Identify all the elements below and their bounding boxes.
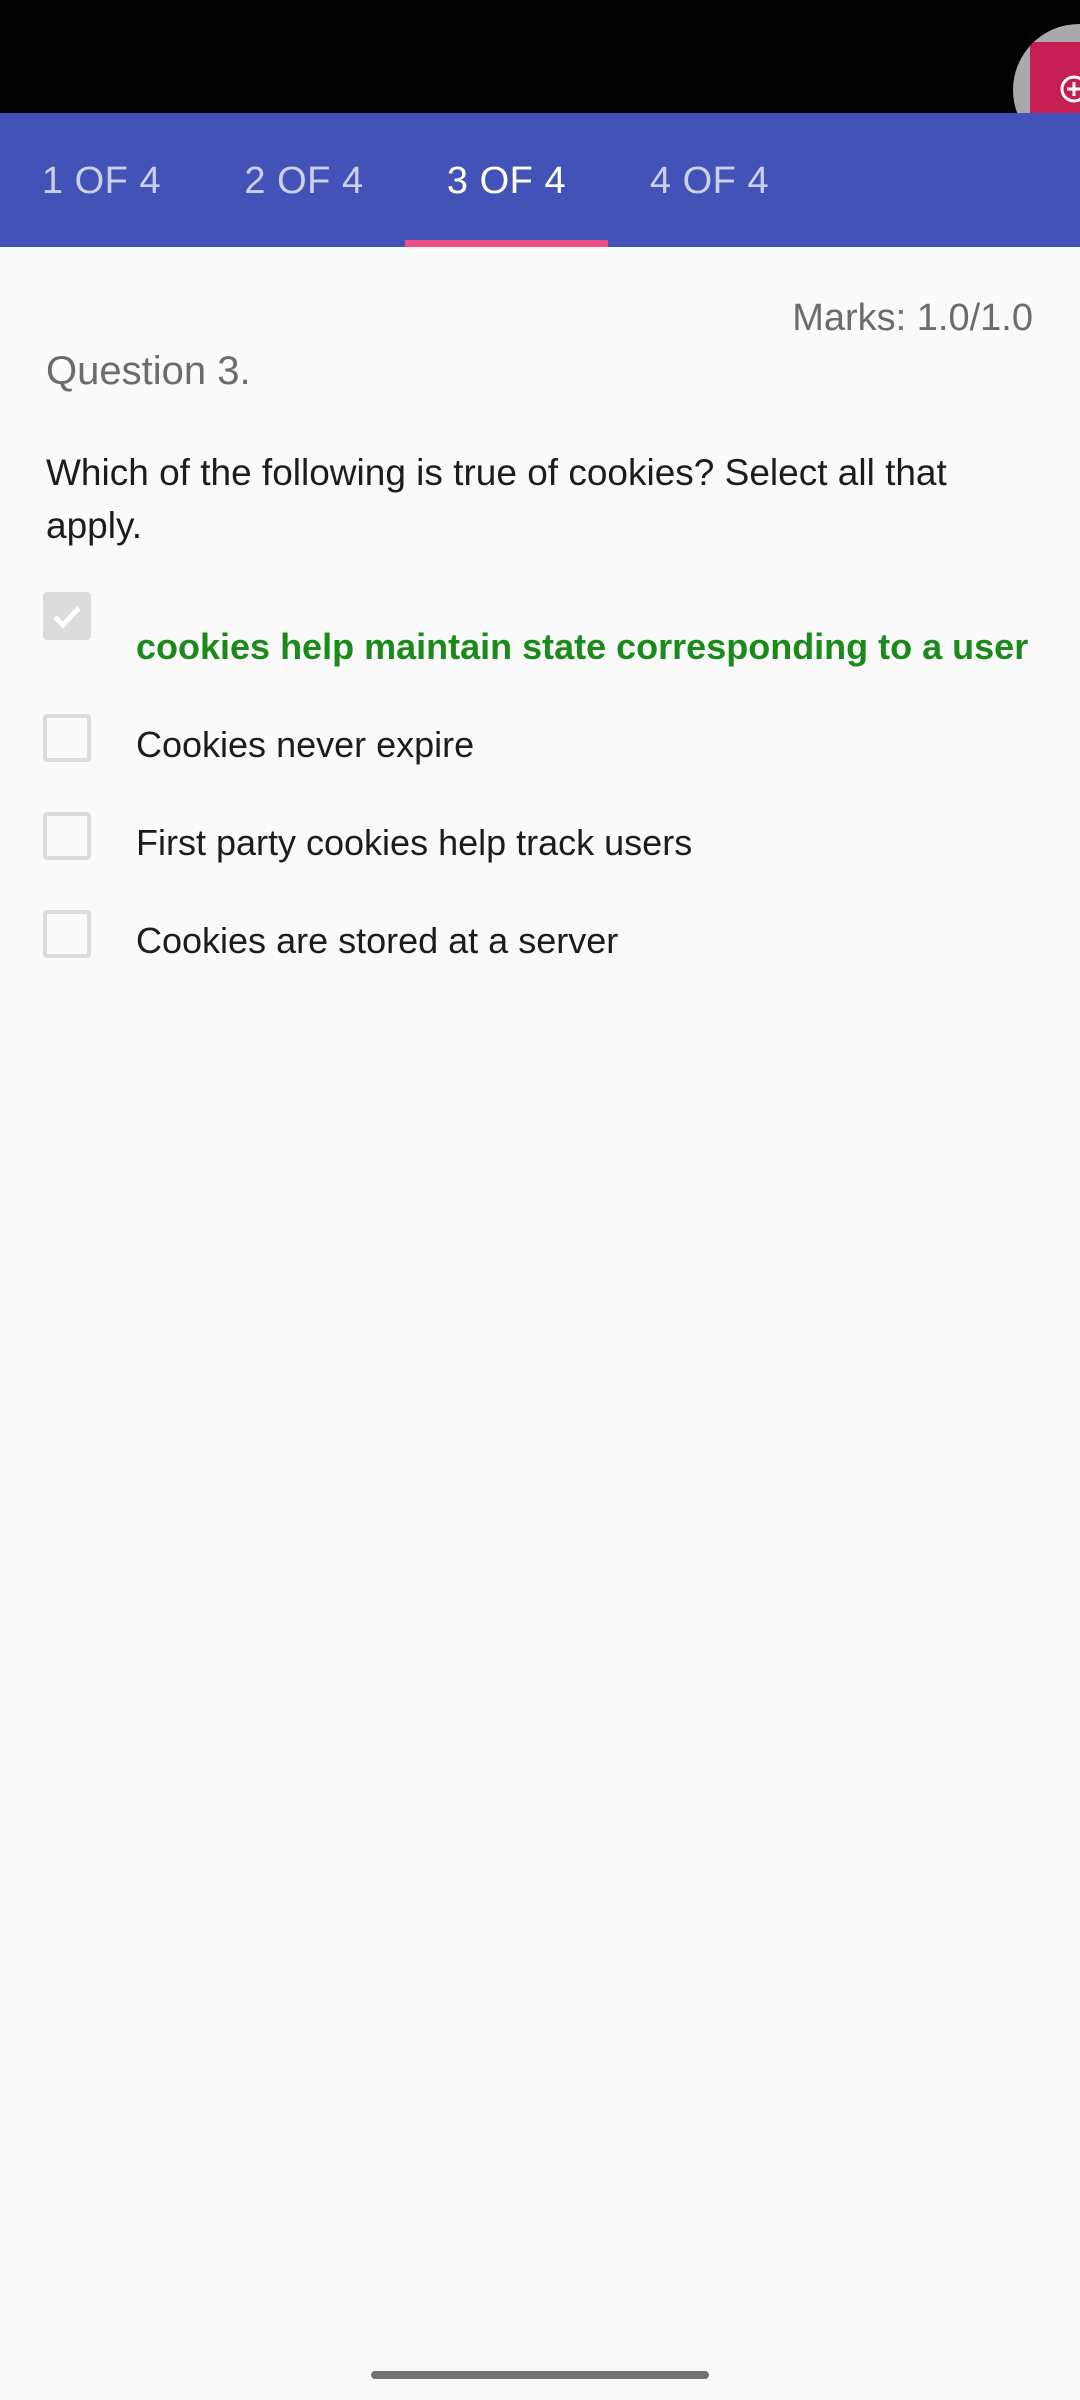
answer-option-label: Cookies are stored at a server [136, 920, 619, 961]
status-bar [0, 0, 1080, 113]
plus-circle-icon [1060, 75, 1080, 103]
answer-option-label: Cookies never expire [136, 724, 475, 765]
answer-option[interactable]: Cookies are stored at a server [0, 908, 1080, 978]
checkbox-checked[interactable] [43, 592, 91, 640]
question-number: Question 3. [46, 349, 251, 393]
answer-option-label: First party cookies help track users [136, 822, 693, 863]
question-tab-bar: 1 OF 4 2 OF 4 3 OF 4 4 OF 4 [0, 113, 1080, 247]
question-text: Which of the following is true of cookie… [46, 452, 947, 546]
answer-option[interactable]: First party cookies help track users [0, 810, 1080, 880]
tab-question-1[interactable]: 1 OF 4 [0, 113, 203, 247]
tab-question-3[interactable]: 3 OF 4 [405, 113, 608, 247]
marks-score: Marks: 1.0/1.0 [792, 297, 1033, 339]
active-tab-indicator [405, 240, 608, 247]
answer-option-label: cookies help maintain state correspondin… [136, 626, 1029, 667]
checkbox-unchecked[interactable] [43, 812, 91, 860]
checkmark-icon [53, 606, 81, 629]
home-indicator-bar[interactable] [371, 2371, 709, 2379]
tab-question-4[interactable]: 4 OF 4 [608, 113, 811, 247]
answer-option[interactable]: Cookies never expire [0, 712, 1080, 782]
tab-question-2[interactable]: 2 OF 4 [203, 113, 405, 247]
checkbox-unchecked[interactable] [43, 910, 91, 958]
answer-option[interactable]: cookies help maintain state correspondin… [0, 590, 1080, 667]
checkbox-unchecked[interactable] [43, 714, 91, 762]
quiz-review-screen: 1 OF 4 2 OF 4 3 OF 4 4 OF 4 Marks: 1.0/1… [0, 0, 1080, 2400]
